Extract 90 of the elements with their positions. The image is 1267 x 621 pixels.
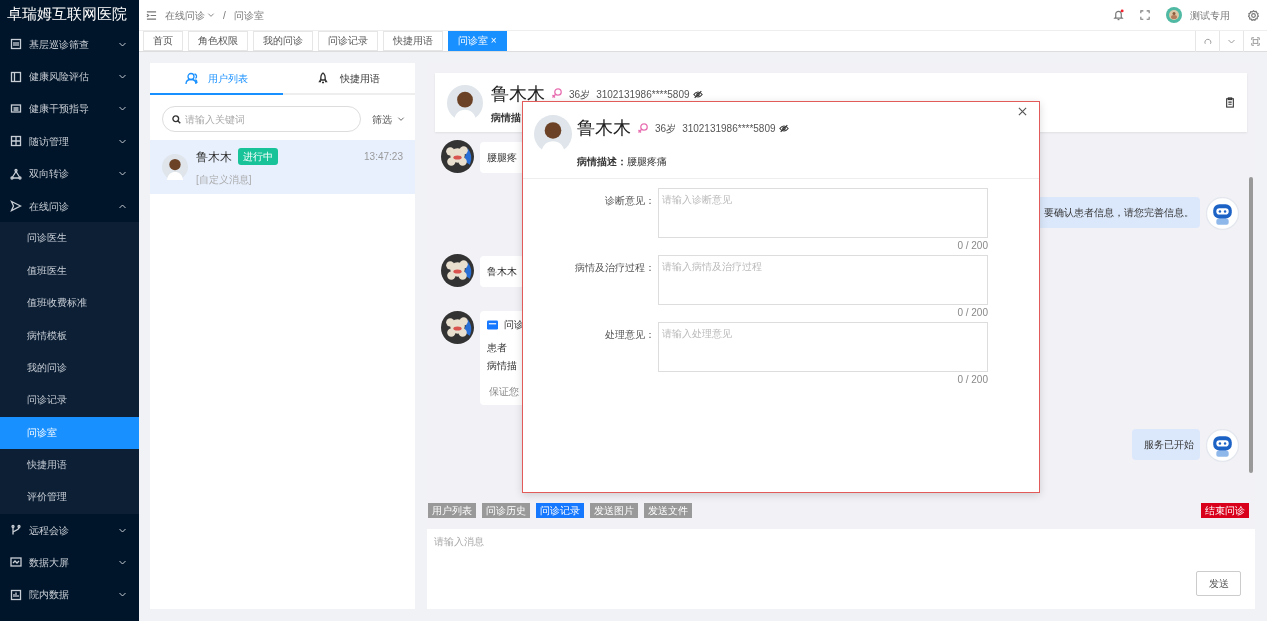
chevron-down-icon	[397, 115, 405, 123]
menu-item[interactable]: 基层巡诊筛查	[0, 28, 139, 61]
user-list-item[interactable]: 鲁木木 进行中 13:47:23 [自定义消息]	[150, 140, 415, 194]
screen-icon	[10, 556, 22, 569]
text-area[interactable]: 请输入病情及治疗过程	[658, 255, 988, 305]
field-label: 诊断意见：	[604, 194, 655, 208]
status-badge: 进行中	[238, 148, 278, 165]
refresh-icon	[1203, 36, 1212, 46]
page-tab[interactable]: 首页	[143, 31, 183, 51]
network-icon	[10, 167, 22, 180]
robot-icon	[1206, 429, 1239, 462]
eye-off-icon[interactable]	[692, 89, 703, 99]
breadcrumb-separator: /	[223, 8, 226, 23]
avatar-icon	[534, 115, 572, 153]
patient-name: 鲁木木	[577, 117, 631, 140]
description-text: 病情描述：腰腿疼痛	[577, 155, 668, 169]
bell-icon[interactable]	[1113, 9, 1124, 21]
message-bubble: 服务已开始	[1132, 429, 1200, 460]
age-text: 36岁	[655, 122, 677, 136]
message-preview: [自定义消息]	[196, 172, 253, 187]
message-bubble: 腰腿疼	[480, 142, 524, 173]
end-consultation-button[interactable]: 结束问诊	[1201, 503, 1249, 518]
panel-icon	[10, 70, 22, 83]
page-tab[interactable]: 快捷用语	[383, 31, 443, 51]
female-icon	[551, 87, 563, 101]
scrollbar[interactable]	[1249, 177, 1253, 473]
card-text: 病情描	[487, 359, 518, 373]
patient-name: 鲁木木	[491, 82, 545, 106]
submenu-item[interactable]: 快捷用语	[0, 449, 139, 482]
send-icon	[10, 200, 22, 213]
field-label: 病情及治疗过程：	[574, 261, 655, 275]
submenu-item[interactable]: 值班收费标准	[0, 287, 139, 320]
list-icon	[10, 102, 22, 115]
search-field[interactable]: 请输入关键词	[162, 106, 361, 132]
card-footer-text: 保证您	[488, 385, 520, 399]
page-tab[interactable]: 我的问诊	[253, 31, 313, 51]
grid-icon	[10, 135, 22, 148]
submenu-item[interactable]: 病情模板	[0, 319, 139, 352]
submenu-item[interactable]: 值班医生	[0, 254, 139, 288]
field-label: 处理意见：	[604, 328, 655, 342]
submenu-item[interactable]: 问诊记录	[0, 384, 139, 417]
menu-item[interactable]: 随访管理	[0, 125, 139, 158]
avatar-icon	[447, 84, 483, 121]
submenu-item[interactable]: 问诊医生	[0, 222, 139, 255]
time-text: 13:47:23	[364, 150, 403, 164]
char-counter: 0 / 200	[956, 373, 988, 387]
grid-icon	[10, 38, 22, 51]
action-button[interactable]: 问诊记录	[536, 503, 584, 518]
char-counter: 0 / 200	[956, 306, 988, 320]
message-bubble: 鲁木木	[480, 256, 524, 287]
expand-icon	[1251, 36, 1260, 46]
description-label: 病情描	[491, 110, 522, 125]
page-tab[interactable]: 角色权限	[188, 31, 248, 51]
breadcrumb-link[interactable]: 问诊室	[233, 7, 264, 23]
menu-item[interactable]: 数据大屏	[0, 546, 139, 579]
close-icon[interactable]	[1018, 107, 1027, 116]
female-icon	[637, 121, 649, 136]
user-name[interactable]: 测试专用	[1190, 7, 1230, 23]
branch-icon	[10, 524, 22, 537]
age-text: 36岁	[569, 87, 591, 102]
avatar-icon	[162, 154, 188, 180]
menu-item[interactable]: 在线问诊	[0, 189, 139, 223]
submenu-item[interactable]: 评价管理	[0, 481, 139, 514]
menu-item[interactable]: 健康干预指导	[0, 92, 139, 126]
card-text: 患者	[487, 341, 508, 355]
fullscreen-icon[interactable]	[1140, 10, 1150, 20]
page-tab[interactable]: 问诊记录	[318, 31, 378, 51]
card-icon	[487, 319, 498, 330]
submenu-item[interactable]: 我的问诊	[0, 351, 139, 385]
id-number: 3102131986****5809	[596, 87, 690, 102]
clipboard-icon[interactable]	[1225, 97, 1235, 108]
menu-item[interactable]: 远程会诊	[0, 513, 139, 547]
menu-icon[interactable]	[146, 9, 157, 21]
id-number: 3102131986****5809	[682, 122, 776, 136]
eye-off-icon[interactable]	[778, 124, 789, 133]
chart-icon	[10, 588, 22, 601]
char-counter: 0 / 200	[956, 239, 988, 253]
app-title: 卓瑞姆互联网医院	[6, 4, 128, 24]
robot-icon	[1206, 197, 1239, 230]
panel-tab[interactable]: 快捷用语	[282, 63, 415, 95]
breadcrumb-link[interactable]: 在线问诊	[165, 7, 205, 23]
send-button[interactable]: 发送	[1196, 571, 1241, 596]
search-icon	[172, 114, 181, 124]
users-icon	[184, 71, 198, 85]
filter-dropdown[interactable]: 筛选	[372, 111, 405, 127]
menu-item[interactable]: 健康风险评估	[0, 60, 139, 93]
user-name: 鲁木木	[196, 148, 232, 166]
settings-icon[interactable]	[1248, 9, 1259, 21]
menu-item[interactable]: 双向转诊	[0, 157, 139, 190]
menu-item[interactable]: 院内数据	[0, 578, 139, 612]
